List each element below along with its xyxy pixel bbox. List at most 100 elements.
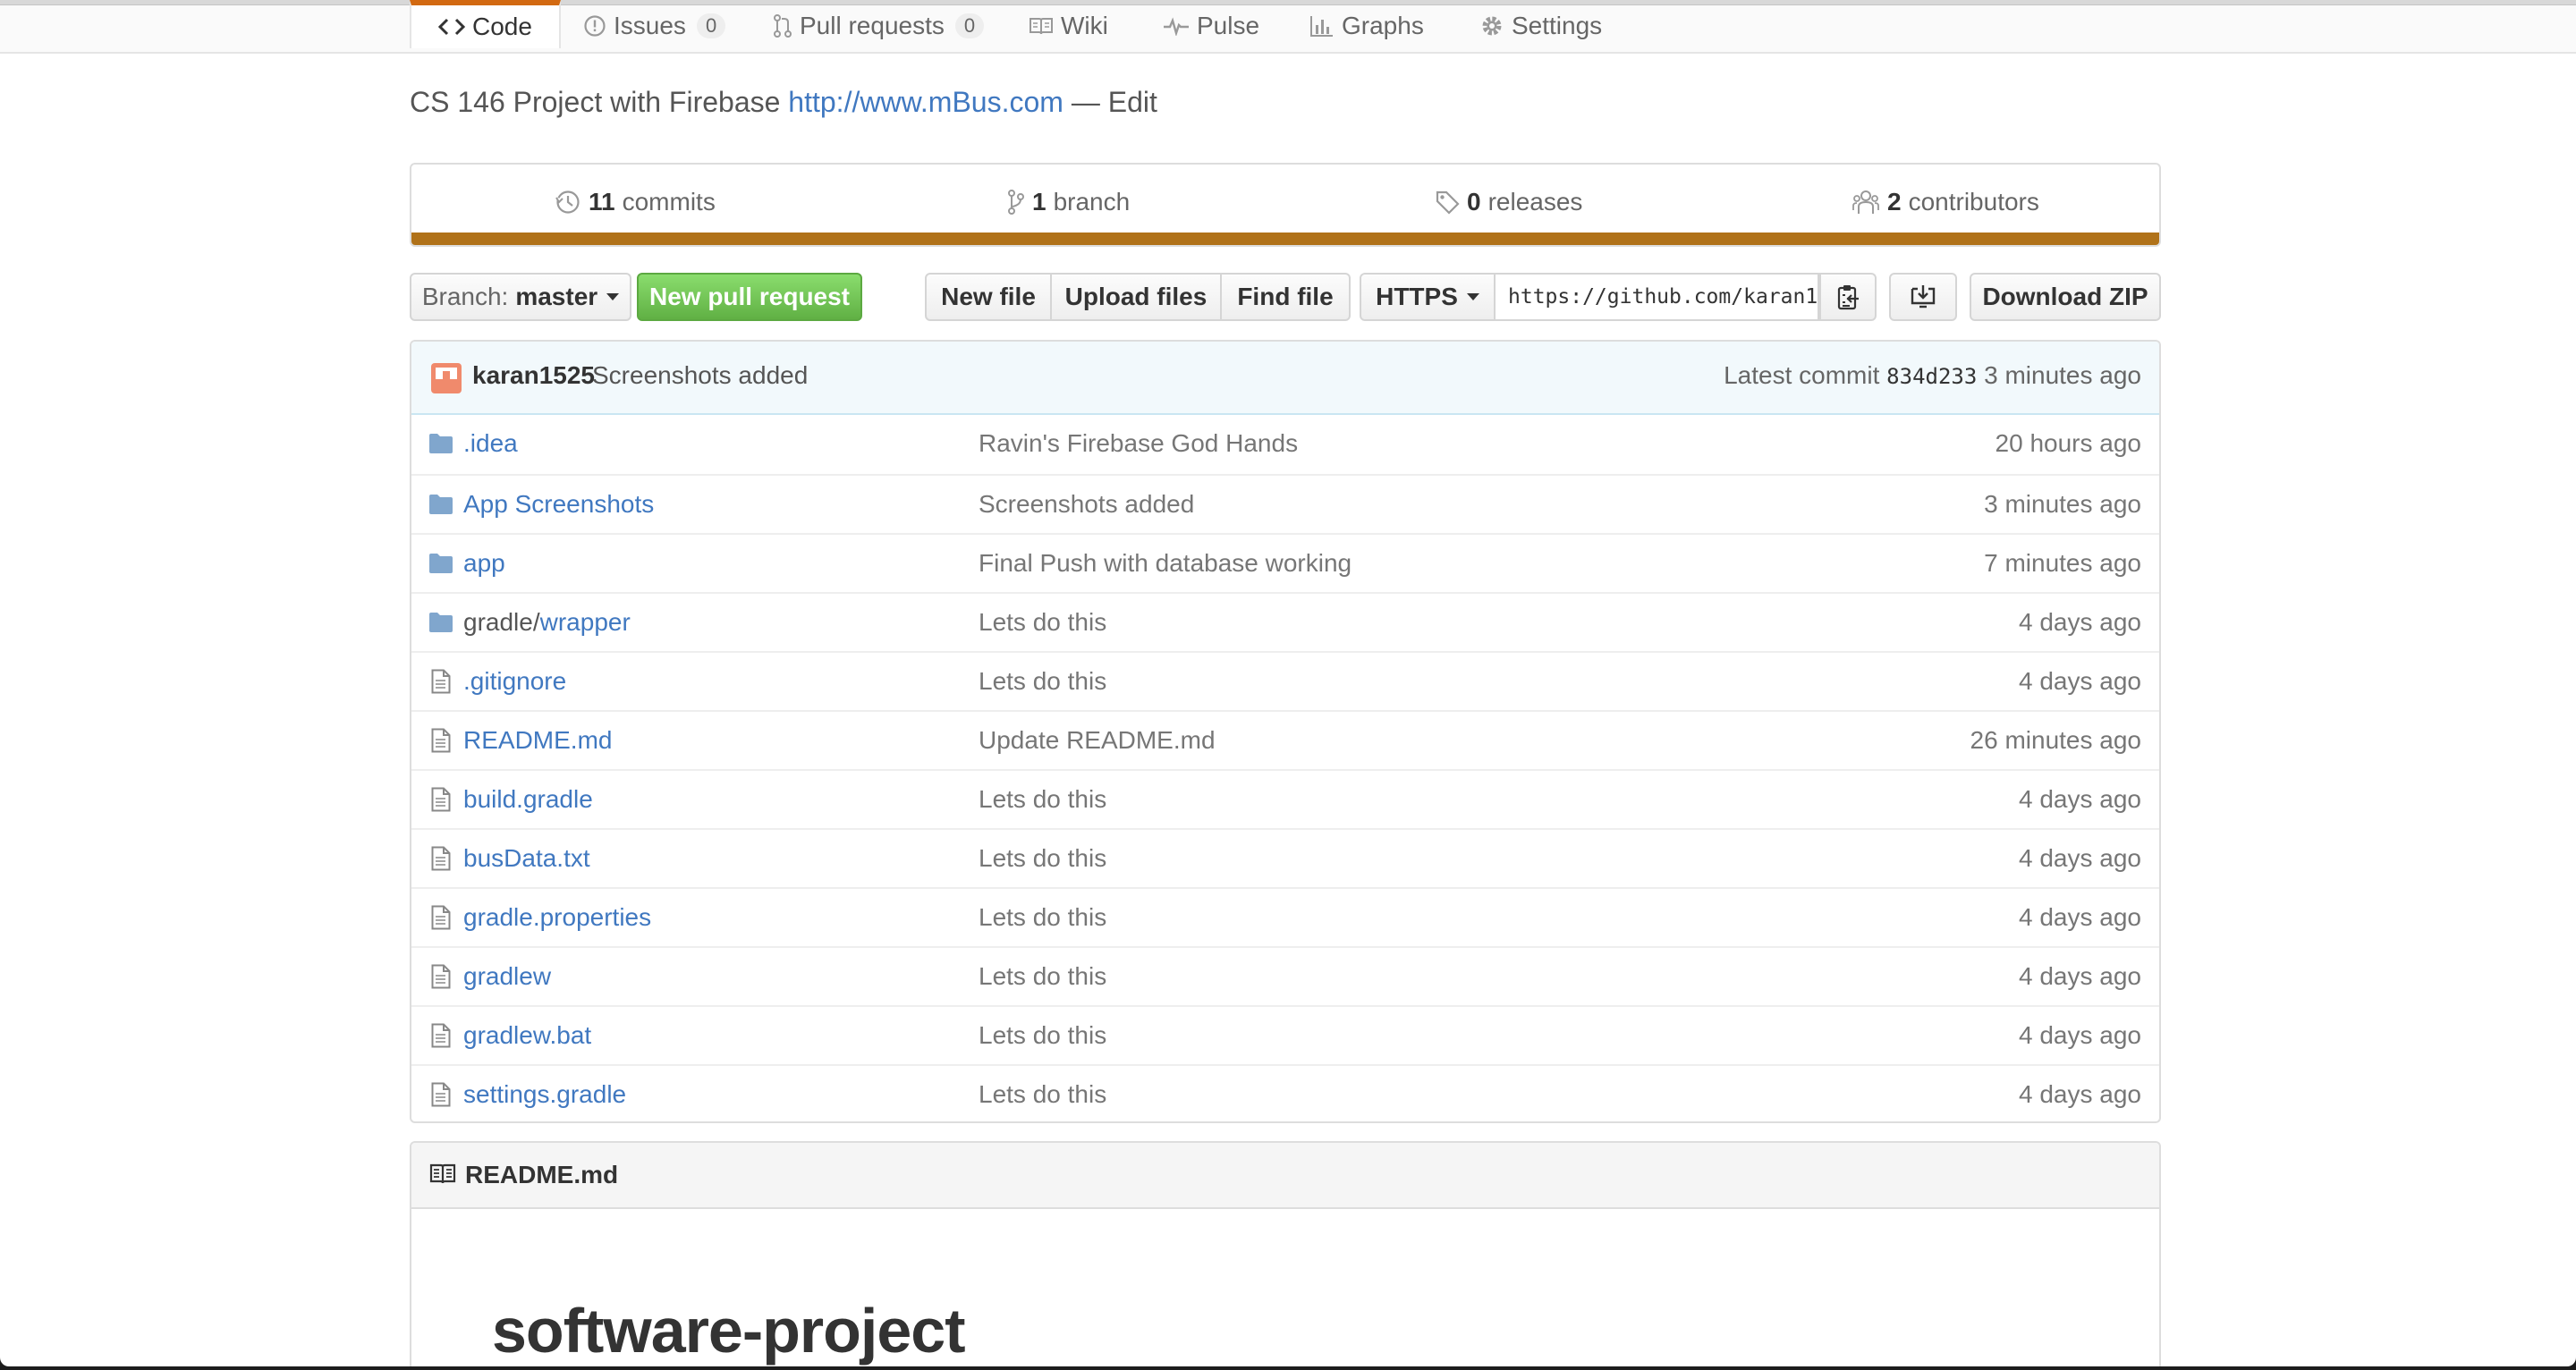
table-row: build.gradle Lets do this 4 days ago: [411, 769, 2159, 828]
find-file-button[interactable]: Find file: [1222, 273, 1351, 321]
description-text: CS 146 Project with Firebase: [410, 86, 781, 118]
table-row: settings.gradle Lets do this 4 days ago: [411, 1064, 2159, 1121]
file-age: 7 minutes ago: [1984, 549, 2141, 577]
table-row: busData.txt Lets do this 4 days ago: [411, 828, 2159, 887]
file-icon: [428, 905, 454, 930]
readme-heading: software-project: [492, 1296, 966, 1366]
tab-pulse[interactable]: Pulse: [1163, 0, 1259, 52]
new-file-button[interactable]: New file: [925, 273, 1052, 321]
file-commit-message[interactable]: Update README.md: [979, 726, 1216, 755]
file-name-link[interactable]: .idea: [463, 429, 518, 458]
file-age: 4 days ago: [2019, 1080, 2141, 1108]
upload-files-button[interactable]: Upload files: [1052, 273, 1222, 321]
clone-protocol-button[interactable]: HTTPS: [1360, 273, 1496, 321]
table-row: gradlew.bat Lets do this 4 days ago: [411, 1005, 2159, 1064]
file-name-link[interactable]: settings.gradle: [463, 1080, 626, 1109]
table-row: App Screenshots Screenshots added 3 minu…: [411, 474, 2159, 533]
file-commit-message[interactable]: Lets do this: [979, 962, 1106, 991]
copy-clone-url-button[interactable]: [1819, 273, 1877, 321]
tab-issues-label: Issues: [614, 12, 686, 39]
readme-panel: README.md software-project: [410, 1141, 2161, 1366]
releases-count: 0: [1467, 188, 1481, 216]
file-age: 4 days ago: [2019, 1021, 2141, 1049]
contributors-link[interactable]: 2 contributors: [1852, 184, 2039, 220]
file-commit-message[interactable]: Lets do this: [979, 903, 1106, 932]
language-bar[interactable]: [411, 233, 2159, 245]
file-name-link[interactable]: gradle/wrapper: [463, 608, 631, 637]
download-zip-button[interactable]: Download ZIP: [1970, 273, 2161, 321]
tab-graphs[interactable]: Graphs: [1309, 0, 1424, 52]
file-age: 4 days ago: [2019, 667, 2141, 695]
edit-description-link[interactable]: — Edit: [1072, 86, 1157, 118]
new-pull-request-button[interactable]: New pull request: [637, 273, 862, 321]
commit-sha-link[interactable]: 834d233: [1886, 364, 1977, 389]
table-row: README.md Update README.md 26 minutes ag…: [411, 710, 2159, 769]
file-list: .idea Ravin's Firebase God Hands 20 hour…: [411, 415, 2159, 1121]
file-commit-message[interactable]: Lets do this: [979, 1021, 1106, 1050]
tab-code[interactable]: Code: [410, 0, 561, 48]
file-age: 26 minutes ago: [1970, 726, 2141, 754]
file-age: 4 days ago: [2019, 844, 2141, 872]
contributors-label: contributors: [1908, 188, 2039, 216]
file-name-link[interactable]: gradle.properties: [463, 903, 651, 932]
tab-settings-label: Settings: [1512, 12, 1603, 39]
branch-select-button[interactable]: Branch: master: [410, 273, 631, 321]
commits-count: 11: [589, 188, 615, 216]
folder-icon: [428, 431, 454, 456]
releases-link[interactable]: 0 releases: [1435, 184, 1582, 220]
branch-count: 1: [1032, 188, 1046, 216]
file-commit-message[interactable]: Lets do this: [979, 1080, 1106, 1109]
file-commit-message[interactable]: Screenshots added: [979, 490, 1194, 519]
tab-pull-requests[interactable]: Pull requests 0: [773, 0, 985, 52]
file-commit-message[interactable]: Lets do this: [979, 667, 1106, 696]
branches-link[interactable]: 1 branch: [1007, 184, 1130, 220]
file-icon: [428, 1023, 454, 1048]
file-icon: [428, 1082, 454, 1107]
commit-message-link[interactable]: Screenshots added: [592, 361, 808, 390]
commit-age: 3 minutes ago: [1984, 361, 2141, 389]
issues-counter: 0: [696, 13, 726, 38]
branch-label: branch: [1053, 188, 1131, 216]
file-name-link[interactable]: build.gradle: [463, 785, 593, 814]
file-name-link[interactable]: busData.txt: [463, 844, 590, 873]
table-row: .gitignore Lets do this 4 days ago: [411, 651, 2159, 710]
tab-issues[interactable]: Issues 0: [583, 0, 726, 52]
commit-author-link[interactable]: karan1525: [472, 361, 595, 390]
file-age: 4 days ago: [2019, 903, 2141, 931]
open-in-desktop-button[interactable]: [1889, 273, 1957, 321]
file-name-link[interactable]: README.md: [463, 726, 612, 755]
file-age: 3 minutes ago: [1984, 490, 2141, 518]
file-name-link[interactable]: app: [463, 549, 505, 578]
latest-commit-label: Latest commit: [1724, 361, 1880, 389]
clone-url-input[interactable]: https://github.com/karan1: [1496, 273, 1819, 321]
chevron-down-icon: [606, 293, 620, 300]
file-commit-message[interactable]: Ravin's Firebase God Hands: [979, 429, 1298, 458]
file-icon: [428, 846, 454, 871]
file-commit-message[interactable]: Lets do this: [979, 785, 1106, 814]
clipboard-icon: [1836, 283, 1860, 310]
readme-header: README.md: [411, 1143, 2159, 1209]
latest-commit-bar: karan1525 Screenshots added Latest commi…: [411, 342, 2159, 415]
website-link[interactable]: http://www.mBus.com: [788, 86, 1063, 118]
commits-link[interactable]: 11 commits: [555, 184, 716, 220]
tab-wiki-label: Wiki: [1061, 12, 1108, 39]
file-name-link[interactable]: App Screenshots: [463, 490, 654, 519]
file-commit-message[interactable]: Lets do this: [979, 844, 1106, 873]
file-icon: [428, 728, 454, 753]
tab-wiki[interactable]: Wiki: [1029, 0, 1108, 52]
file-commit-message[interactable]: Lets do this: [979, 608, 1106, 637]
avatar[interactable]: [431, 363, 462, 393]
file-name-link[interactable]: gradlew.bat: [463, 1021, 591, 1050]
book-icon: [1029, 16, 1054, 36]
code-icon: [438, 17, 465, 37]
branch-icon: [1007, 189, 1025, 216]
file-age: 4 days ago: [2019, 962, 2141, 990]
file-commit-message[interactable]: Final Push with database working: [979, 549, 1352, 578]
organization-icon: [1852, 189, 1880, 216]
tab-settings[interactable]: Settings: [1479, 0, 1602, 52]
file-name-link[interactable]: .gitignore: [463, 667, 566, 696]
contributors-count: 2: [1887, 188, 1902, 216]
table-row: app Final Push with database working 7 m…: [411, 533, 2159, 592]
file-name-link[interactable]: gradlew: [463, 962, 551, 991]
folder-icon: [428, 610, 454, 635]
